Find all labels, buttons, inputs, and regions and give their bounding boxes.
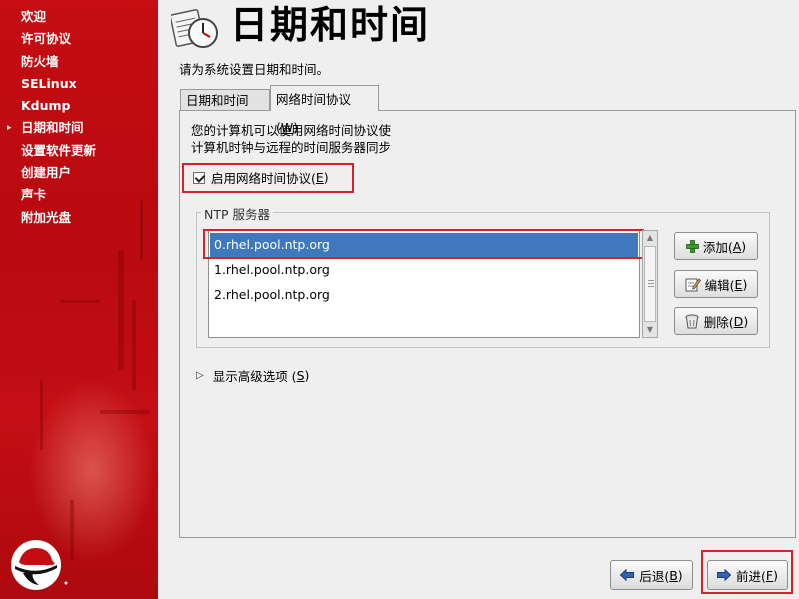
sidebar-item-label: 欢迎 (21, 9, 47, 24)
edit-icon (685, 278, 701, 292)
sidebar-item-software-update: 设置软件更新 (0, 140, 158, 162)
sidebar-item-license: 许可协议 (0, 28, 158, 50)
sidebar: 欢迎 许可协议 防火墙 SELinux Kdump ▸ 日期和时间 设置软件更新 … (0, 0, 158, 599)
ntp-server-frame-label: NTP 服务器 (201, 204, 273, 223)
page-subtitle: 请为系统设置日期和时间。 (179, 62, 330, 77)
sidebar-item-additional-cd: 附加光盘 (0, 207, 158, 229)
button-label: 后退( (639, 568, 670, 584)
sidebar-item-datetime: ▸ 日期和时间 (0, 117, 158, 139)
highlight-box-enable-ntp (182, 163, 354, 193)
trash-icon (685, 314, 699, 329)
redhat-logo (11, 540, 68, 590)
advanced-options-label: 显示高级选项 ( (212, 369, 297, 384)
tab-date-and-time[interactable]: 日期和时间(T) (180, 89, 270, 130)
server-list-scrollbar[interactable]: ▲ ▼ (642, 230, 658, 338)
server-row[interactable]: 2.rhel.pool.ntp.org (210, 283, 638, 307)
button-mnemonic: B (669, 567, 678, 583)
button-label: 删除( (703, 314, 734, 330)
sidebar-item-welcome: 欢迎 (0, 6, 158, 28)
sidebar-item-sound-card: 声卡 (0, 184, 158, 206)
sidebar-item-label: 日期和时间 (21, 120, 84, 136)
back-button[interactable]: 后退(B) (610, 560, 693, 590)
sidebar-item-label: 许可协议 (21, 31, 72, 47)
show-advanced-options-expander[interactable]: ▷ 显示高级选项 (S) (196, 366, 309, 385)
button-label: 添加( (702, 239, 733, 255)
page-title: 日期和时间 (230, 3, 431, 47)
sidebar-item-label: 设置软件更新 (21, 142, 97, 158)
highlight-box-selected-server (203, 229, 644, 259)
button-mnemonic: A (732, 238, 742, 254)
tab-network-time-protocol[interactable]: 网络时间协议(W) (270, 85, 379, 135)
scroll-up-icon[interactable]: ▲ (643, 231, 657, 245)
button-mnemonic: E (734, 276, 743, 292)
current-step-marker: ▸ (7, 123, 12, 134)
delete-server-button[interactable]: 删除(D) (674, 307, 758, 335)
button-label-suffix: ) (741, 238, 747, 254)
calendar-clock-icon (171, 9, 218, 48)
sidebar-item-label: 声卡 (21, 187, 47, 203)
sidebar-nav: 欢迎 许可协议 防火墙 SELinux Kdump ▸ 日期和时间 设置软件更新 … (0, 6, 158, 229)
tab-label-suffix: ) (293, 120, 299, 135)
arrow-left-icon (620, 569, 635, 581)
expander-triangle-icon: ▷ (196, 370, 204, 381)
sidebar-item-kdump: Kdump (0, 95, 158, 117)
sidebar-item-firewall: 防火墙 (0, 51, 158, 73)
button-label-suffix: ) (742, 276, 748, 292)
scrollbar-thumb[interactable] (644, 246, 656, 322)
plus-icon (685, 239, 699, 253)
sidebar-item-label: SELinux (21, 75, 77, 91)
description-line: 计算机时钟与远程的时间服务器同步 (191, 140, 392, 155)
ntp-description: 您的计算机可以使用网络时间协议使 计算机时钟与远程的时间服务器同步 (191, 122, 451, 156)
sidebar-item-create-user: 创建用户 (0, 162, 158, 184)
button-mnemonic: D (733, 313, 744, 329)
advanced-options-mnemonic: S (296, 368, 305, 383)
sidebar-item-selinux: SELinux (0, 73, 158, 95)
button-label: 编辑( (704, 277, 735, 293)
button-label-suffix: ) (743, 313, 749, 329)
tab-mnemonic: W (280, 120, 294, 135)
highlight-box-forward (701, 550, 793, 594)
edit-server-button[interactable]: 编辑(E) (674, 270, 758, 298)
advanced-options-label-suffix: ) (304, 368, 310, 383)
server-row[interactable]: 1.rhel.pool.ntp.org (210, 258, 638, 282)
button-label-suffix: ) (677, 567, 683, 583)
sidebar-item-label: 防火墙 (21, 53, 59, 69)
scroll-down-icon[interactable]: ▼ (643, 323, 657, 337)
sidebar-item-label: 创建用户 (21, 165, 72, 181)
sidebar-item-label: Kdump (21, 98, 71, 114)
sidebar-item-label: 附加光盘 (21, 209, 72, 225)
description-line: 您的计算机可以使用网络时间协议使 (191, 122, 451, 139)
add-server-button[interactable]: 添加(A) (674, 232, 758, 260)
